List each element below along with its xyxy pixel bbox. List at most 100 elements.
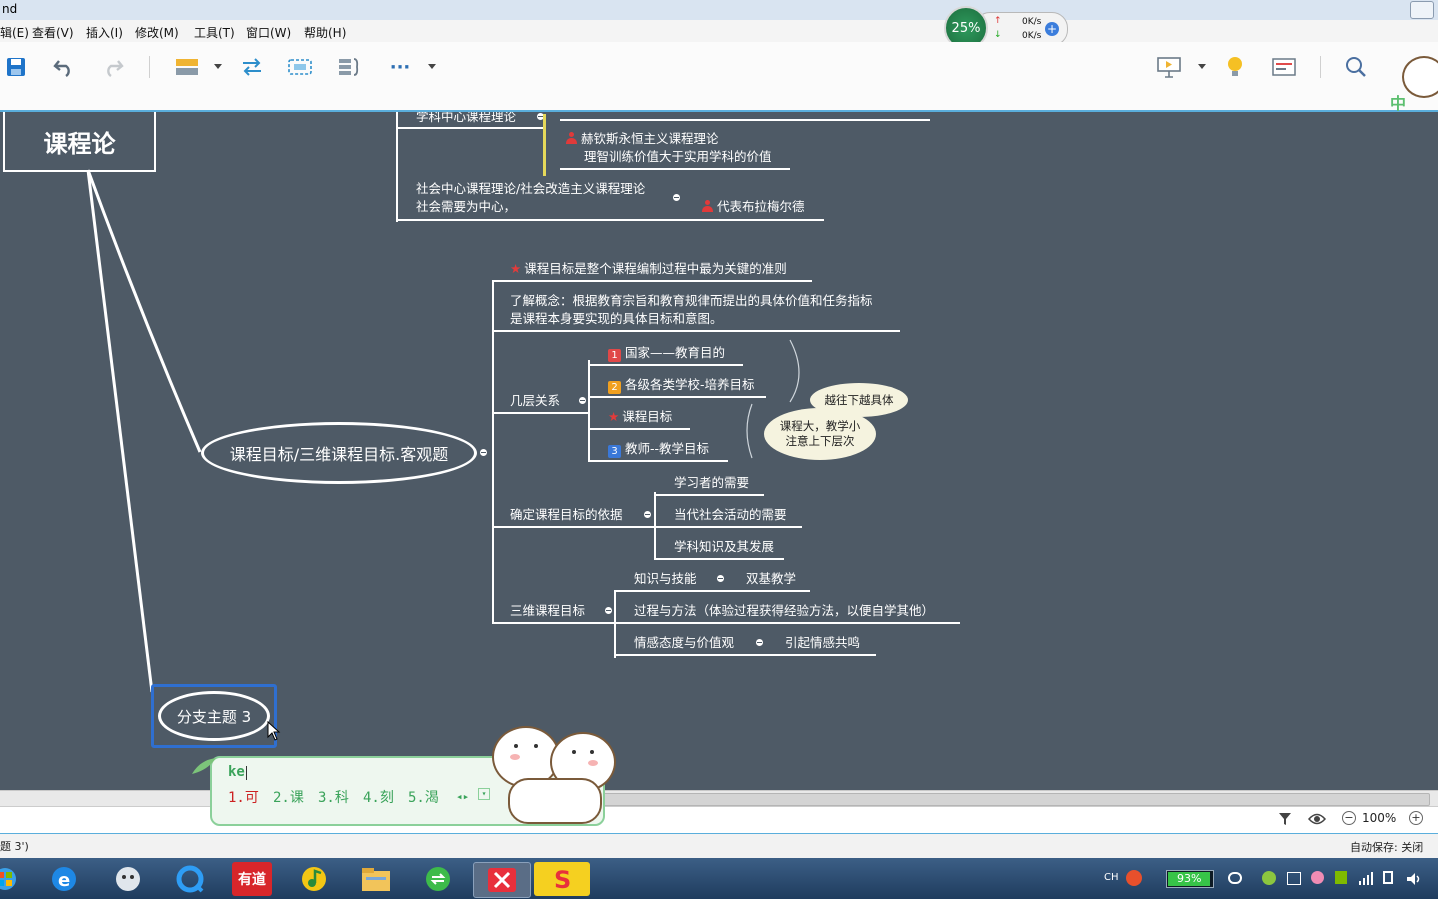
panel-icon[interactable]	[1271, 54, 1297, 80]
goal-topic[interactable]: 课程目标/三维课程目标.客观题	[201, 422, 477, 484]
signal-icon[interactable]	[1359, 870, 1373, 889]
topic-style-icon[interactable]	[174, 54, 200, 80]
search-icon[interactable]	[1343, 54, 1369, 80]
language-indicator[interactable]: CH	[1104, 872, 1119, 883]
hutchins-theory[interactable]: 赫钦斯永恒主义课程理论	[566, 131, 719, 147]
subject-theory[interactable]: 学科中心课程理论	[416, 112, 516, 125]
summary-icon[interactable]	[336, 54, 362, 80]
level-item-1[interactable]: 1 国家——教育目的	[608, 345, 725, 362]
tray-green-icon[interactable]	[1262, 871, 1276, 885]
xmind-icon[interactable]	[473, 862, 531, 898]
level-item-3[interactable]: ★ 课程目标	[608, 409, 672, 425]
tray-flower-icon[interactable]	[1311, 871, 1324, 884]
menu-window[interactable]: 窗口(W)	[246, 24, 291, 41]
key-note[interactable]: ★ 课程目标是整个课程编制过程中最为关键的准则	[510, 261, 787, 277]
minimize-button[interactable]	[1410, 1, 1434, 19]
person-icon	[702, 200, 713, 212]
knowledge-skills[interactable]: 知识与技能	[634, 571, 697, 587]
ime-candidate-2[interactable]: 2.课	[273, 787, 304, 807]
branch-topic-3[interactable]: 分支主题 3	[151, 684, 277, 748]
menu-edit[interactable]: 辑(E)	[0, 24, 29, 41]
scrollbar-thumb[interactable]	[600, 793, 1430, 806]
chevron-down-icon[interactable]	[428, 64, 436, 69]
zoom-out-button[interactable]: −	[1342, 811, 1356, 825]
ime-candidate-5[interactable]: 5.渴	[408, 787, 439, 807]
tray-icon[interactable]	[1228, 872, 1242, 884]
menu-modify[interactable]: 修改(M)	[135, 24, 179, 41]
collapse-toggle[interactable]	[672, 193, 681, 202]
filter-icon[interactable]	[1278, 811, 1292, 830]
eye-icon[interactable]	[1307, 811, 1327, 830]
relationship-icon[interactable]	[239, 54, 265, 80]
menu-tools[interactable]: 工具(T)	[194, 24, 235, 41]
goal-topic-label: 课程目标/三维课程目标.客观题	[229, 445, 449, 464]
collapse-toggle[interactable]	[479, 448, 488, 457]
collapse-toggle[interactable]	[643, 510, 652, 519]
sync-icon[interactable]	[418, 862, 458, 896]
redo-icon[interactable]	[100, 54, 126, 80]
tray-window-icon[interactable]	[1287, 872, 1301, 885]
qq-browser-icon[interactable]	[170, 862, 210, 896]
basis-item-3[interactable]: 学科知识及其发展	[674, 539, 774, 555]
ie-icon[interactable]: e	[44, 862, 84, 896]
double-basic[interactable]: 双基教学	[746, 571, 796, 587]
qq-pet-icon[interactable]	[108, 862, 148, 896]
boundary-icon[interactable]	[287, 54, 313, 80]
chevron-down-icon[interactable]	[214, 64, 222, 69]
levels-label[interactable]: 几层关系	[510, 393, 560, 409]
menu-insert[interactable]: 插入(I)	[86, 24, 123, 41]
ime-page-arrows-icon[interactable]: ◂▸	[456, 790, 469, 803]
more-icon[interactable]: ···	[387, 54, 413, 80]
undo-icon[interactable]	[51, 54, 77, 80]
lightbulb-icon[interactable]	[1222, 54, 1248, 80]
callout-levels[interactable]: 课程大，教学小 注意上下层次	[764, 408, 876, 460]
volume-icon[interactable]	[1406, 871, 1422, 890]
menu-view[interactable]: 查看(V)	[32, 24, 74, 41]
file-explorer-icon[interactable]	[356, 862, 396, 896]
basis-label[interactable]: 确定课程目标的依据	[510, 507, 623, 523]
process-method[interactable]: 过程与方法（体验过程获得经验方法，以便自学其他）	[634, 603, 934, 619]
battery-indicator[interactable]: 93%	[1166, 870, 1214, 888]
person-icon	[566, 132, 577, 144]
ime-candidate-1[interactable]: 1.可	[228, 787, 259, 807]
sogou-tray-icon[interactable]	[1126, 870, 1142, 886]
presentation-icon[interactable]	[1156, 54, 1182, 80]
basis-item-1[interactable]: 学习者的需要	[674, 475, 749, 491]
ime-candidate-3[interactable]: 3.科	[318, 787, 349, 807]
brameld[interactable]: 代表布拉梅尔德	[702, 199, 805, 215]
sogou-icon[interactable]: S	[534, 862, 590, 896]
emotional-resonance[interactable]: 引起情感共鸣	[785, 635, 860, 651]
social-theory-line1[interactable]: 社会中心课程理论/社会改造主义课程理论	[416, 181, 645, 197]
level-item-4[interactable]: 3 教师--教学目标	[608, 441, 709, 458]
start-button[interactable]	[0, 862, 22, 896]
three-dim-label[interactable]: 三维课程目标	[510, 603, 585, 619]
toolbar-separator	[1320, 56, 1321, 78]
basis-item-2[interactable]: 当代社会活动的需要	[674, 507, 787, 523]
collapse-toggle[interactable]	[755, 638, 764, 647]
level-item-2[interactable]: 2 各级各类学校-培养目标	[608, 377, 755, 394]
youdao-icon[interactable]: 有道	[232, 862, 272, 896]
download-icon: ↓	[994, 30, 1002, 40]
chevron-down-icon[interactable]	[1198, 64, 1206, 69]
collapse-toggle[interactable]	[578, 396, 587, 405]
concept-line1[interactable]: 了解概念：根据教育宗旨和教育规律而提出的具体价值和任务指标	[510, 293, 873, 309]
ime-sprout-icon	[190, 756, 220, 780]
tray-device-icon[interactable]	[1383, 871, 1393, 884]
tray-network-icon[interactable]	[1335, 871, 1347, 884]
zoom-level[interactable]: 100%	[1362, 811, 1396, 825]
menu-help[interactable]: 帮助(H)	[304, 24, 346, 41]
ime-candidate-4[interactable]: 4.刻	[363, 787, 394, 807]
autosave-status[interactable]: 自动保存: 关闭	[1350, 839, 1423, 855]
root-topic[interactable]: 课程论	[3, 112, 156, 172]
hutchins-note: 理智训练价值大于实用学科的价值	[584, 149, 772, 164]
zoom-in-button[interactable]: +	[1409, 811, 1423, 825]
collapse-toggle[interactable]	[604, 606, 613, 615]
collapse-toggle[interactable]	[716, 574, 725, 583]
mindmap-canvas[interactable]: 课程论 学科中心课程理论 赫钦斯永恒主义课程理论 理智训练价值大于实用学科的价值…	[0, 112, 1438, 790]
music-icon[interactable]	[294, 862, 334, 896]
plus-icon[interactable]: +	[1045, 22, 1059, 36]
emotion-attitude[interactable]: 情感态度与价值观	[634, 635, 734, 651]
menu-bar: 辑(E) 查看(V) 插入(I) 修改(M) 工具(T) 窗口(W) 帮助(H)	[0, 20, 1438, 42]
save-icon[interactable]	[3, 54, 29, 80]
upload-icon: ↑	[994, 16, 1002, 26]
